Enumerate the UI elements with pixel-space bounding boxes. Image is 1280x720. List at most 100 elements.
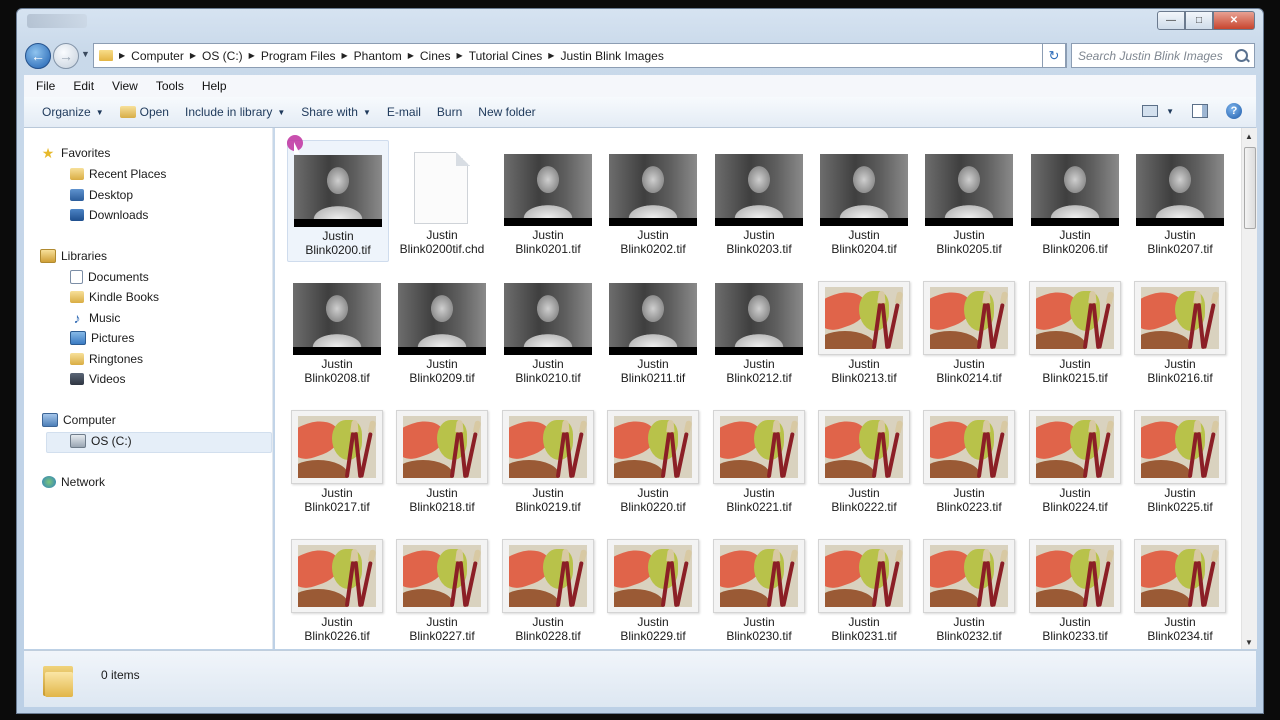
breadcrumb-os-c[interactable]: OS (C:): [202, 49, 243, 63]
file-item[interactable]: Justin Blink0215.tif: [1025, 269, 1125, 389]
search-box[interactable]: Search Justin Blink Images: [1071, 43, 1255, 68]
file-name-line: Justin: [953, 357, 985, 371]
file-item[interactable]: Justin Blink0207.tif: [1130, 140, 1230, 260]
help-button[interactable]: ?: [1226, 103, 1242, 119]
file-item[interactable]: Justin Blink0227.tif: [392, 527, 492, 647]
file-item[interactable]: Justin Blink0209.tif: [392, 269, 492, 389]
nav-network[interactable]: Network: [42, 475, 105, 489]
nav-downloads[interactable]: Downloads: [70, 208, 148, 222]
file-item[interactable]: Justin Blink0211.tif: [603, 269, 703, 389]
back-button[interactable]: ←: [25, 43, 51, 69]
file-item[interactable]: Justin Blink0224.tif: [1025, 398, 1125, 518]
refresh-button[interactable]: ↻: [1042, 43, 1066, 68]
maximize-button[interactable]: □: [1185, 11, 1213, 30]
menu-view[interactable]: View: [112, 79, 138, 93]
menu-tools[interactable]: Tools: [156, 79, 184, 93]
file-item[interactable]: Justin Blink0201.tif: [498, 140, 598, 260]
breadcrumb-program-files[interactable]: Program Files: [261, 49, 336, 63]
file-item[interactable]: Justin Blink0218.tif: [392, 398, 492, 518]
breadcrumb-separator-icon[interactable]: ▶: [119, 51, 125, 60]
file-item[interactable]: Justin Blink0200.tif: [287, 140, 389, 262]
breadcrumb-separator-icon[interactable]: ▶: [457, 51, 463, 60]
file-item[interactable]: Justin Blink0206.tif: [1025, 140, 1125, 260]
file-item[interactable]: Justin Blink0214.tif: [919, 269, 1019, 389]
nav-computer[interactable]: Computer: [42, 413, 116, 427]
file-item[interactable]: Justin Blink0231.tif: [814, 527, 914, 647]
file-item[interactable]: Justin Blink0217.tif: [287, 398, 387, 518]
file-item[interactable]: Justin Blink0208.tif: [287, 269, 387, 389]
file-item[interactable]: Justin Blink0229.tif: [603, 527, 703, 647]
file-item[interactable]: Justin Blink0200tif.chd: [392, 140, 492, 260]
nav-recent-places[interactable]: Recent Places: [70, 167, 166, 181]
breadcrumb-separator-icon[interactable]: ▶: [342, 51, 348, 60]
burn-button[interactable]: Burn: [437, 105, 462, 119]
organize-button[interactable]: Organize ▼: [42, 105, 104, 119]
breadcrumb-tutorial-cines[interactable]: Tutorial Cines: [469, 49, 543, 63]
file-name-line: Blink0221.tif: [726, 500, 792, 514]
breadcrumb-cines[interactable]: Cines: [420, 49, 451, 63]
file-item[interactable]: Justin Blink0225.tif: [1130, 398, 1230, 518]
scrollbar-thumb[interactable]: [1244, 147, 1256, 229]
breadcrumb-separator-icon[interactable]: ▶: [408, 51, 414, 60]
file-item[interactable]: Justin Blink0213.tif: [814, 269, 914, 389]
file-item[interactable]: Justin Blink0204.tif: [814, 140, 914, 260]
file-item[interactable]: Justin Blink0228.tif: [498, 527, 598, 647]
file-item[interactable]: Justin Blink0203.tif: [709, 140, 809, 260]
downloads-icon: [70, 209, 84, 221]
title-bar[interactable]: — □ ✕: [17, 9, 1263, 35]
nav-documents[interactable]: Documents: [70, 270, 149, 284]
nav-os-c[interactable]: OS (C:): [70, 434, 132, 448]
preview-pane-button[interactable]: [1192, 104, 1208, 118]
file-item[interactable]: Justin Blink0222.tif: [814, 398, 914, 518]
file-item[interactable]: Justin Blink0202.tif: [603, 140, 703, 260]
file-item[interactable]: Justin Blink0223.tif: [919, 398, 1019, 518]
include-in-library-button[interactable]: Include in library ▼: [185, 105, 285, 119]
nav-libraries[interactable]: Libraries: [40, 249, 107, 263]
nav-favorites[interactable]: ★ Favorites: [40, 145, 111, 161]
close-button[interactable]: ✕: [1213, 11, 1255, 30]
recent-pages-dropdown[interactable]: ▼: [81, 49, 90, 59]
breadcrumb-computer[interactable]: Computer: [131, 49, 184, 63]
menu-file[interactable]: File: [36, 79, 55, 93]
file-item[interactable]: Justin Blink0212.tif: [709, 269, 809, 389]
search-input[interactable]: Search Justin Blink Images: [1078, 49, 1223, 63]
breadcrumb-separator-icon[interactable]: ▶: [548, 51, 554, 60]
new-folder-button[interactable]: New folder: [478, 105, 535, 119]
breadcrumb-phantom[interactable]: Phantom: [354, 49, 402, 63]
breadcrumb-separator-icon[interactable]: ▶: [190, 51, 196, 60]
nav-kindle-books[interactable]: Kindle Books: [70, 290, 159, 304]
menu-help[interactable]: Help: [202, 79, 227, 93]
menu-edit[interactable]: Edit: [73, 79, 94, 93]
file-item[interactable]: Justin Blink0234.tif: [1130, 527, 1230, 647]
nav-videos[interactable]: Videos: [70, 372, 125, 386]
nav-pictures[interactable]: Pictures: [70, 331, 134, 345]
file-item[interactable]: Justin Blink0220.tif: [603, 398, 703, 518]
file-item[interactable]: Justin Blink0205.tif: [919, 140, 1019, 260]
file-item[interactable]: Justin Blink0233.tif: [1025, 527, 1125, 647]
scroll-up-icon[interactable]: ▲: [1245, 132, 1253, 141]
scroll-down-icon[interactable]: ▼: [1245, 638, 1253, 647]
nav-ringtones[interactable]: Ringtones: [70, 352, 143, 366]
file-item[interactable]: Justin Blink0232.tif: [919, 527, 1019, 647]
vertical-scrollbar[interactable]: ▲ ▼: [1241, 128, 1257, 649]
address-bar[interactable]: ▶ Computer ▶ OS (C:) ▶ Program Files ▶ P…: [93, 43, 1067, 68]
change-view-button[interactable]: ▼: [1142, 105, 1174, 117]
nav-desktop[interactable]: Desktop: [70, 188, 133, 202]
email-button[interactable]: E-mail: [387, 105, 421, 119]
file-item[interactable]: Justin Blink0210.tif: [498, 269, 598, 389]
breadcrumb-separator-icon[interactable]: ▶: [249, 51, 255, 60]
file-item[interactable]: Justin Blink0219.tif: [498, 398, 598, 518]
file-item[interactable]: Justin Blink0216.tif: [1130, 269, 1230, 389]
file-name-line: Blink0208.tif: [304, 371, 370, 385]
file-item[interactable]: Justin Blink0226.tif: [287, 527, 387, 647]
nav-music[interactable]: ♪ Music: [70, 311, 121, 325]
file-item[interactable]: Justin Blink0221.tif: [709, 398, 809, 518]
file-list[interactable]: Justin Blink0200.tif Justin Blink0200tif.ch…: [275, 128, 1241, 649]
breadcrumb-justin-blink-images[interactable]: Justin Blink Images: [560, 49, 663, 63]
nav-network-label: Network: [61, 475, 106, 489]
share-with-button[interactable]: Share with ▼: [301, 105, 371, 119]
minimize-button[interactable]: —: [1157, 11, 1185, 30]
open-button[interactable]: Open: [119, 105, 169, 119]
file-item[interactable]: Justin Blink0230.tif: [709, 527, 809, 647]
forward-button[interactable]: →: [53, 43, 79, 69]
